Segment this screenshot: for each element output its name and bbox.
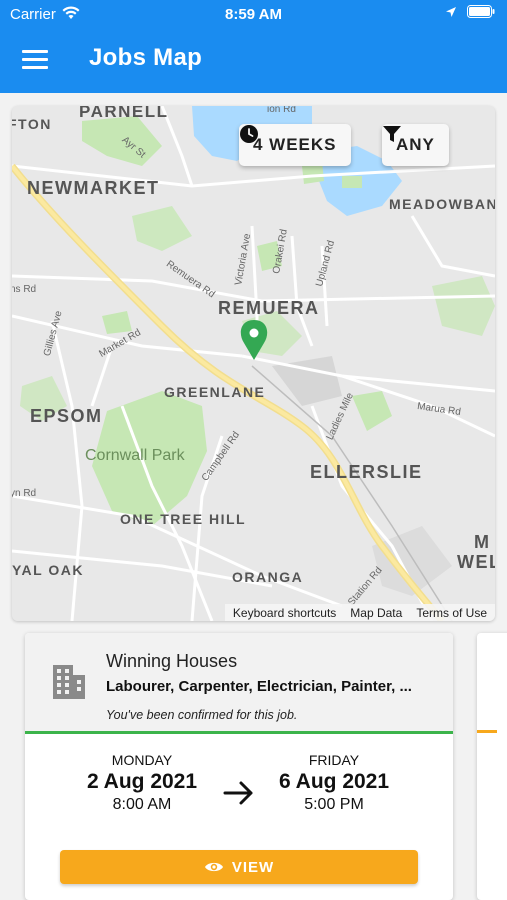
map-label-oranga: ORANGA — [232, 569, 304, 585]
terms-link[interactable]: Terms of Use — [416, 606, 487, 620]
job-start: MONDAY 2 Aug 2021 8:00 AM — [47, 752, 237, 814]
map-label-greenlane: GREENLANE — [164, 384, 266, 400]
job-dates: MONDAY 2 Aug 2021 8:00 AM FRIDAY 6 Aug 2… — [25, 734, 453, 834]
end-day: FRIDAY — [308, 752, 360, 768]
map-label-ellerslie: ELLERSLIE — [310, 462, 423, 482]
keyboard-shortcuts-link[interactable]: Keyboard shortcuts — [233, 606, 336, 620]
street-label-ns-rd: ns Rd — [12, 284, 37, 295]
eye-icon — [204, 862, 223, 872]
map-label-yal-oak: YAL OAK — [12, 562, 84, 578]
trade-filter-button[interactable]: ANY — [382, 124, 449, 166]
job-card-header: Winning Houses Labourer, Carpenter, Elec… — [25, 633, 453, 734]
period-filter-button[interactable]: 4 WEEKS — [239, 124, 351, 166]
job-end: FRIDAY 6 Aug 2021 5:00 PM — [239, 752, 429, 814]
next-job-card[interactable] — [477, 633, 507, 900]
view-job-button[interactable]: VIEW — [60, 850, 418, 884]
map-label-one-tree-hill: ONE TREE HILL — [120, 511, 247, 527]
job-trades: Labourer, Carpenter, Electrician, Painte… — [106, 678, 412, 695]
start-date: 2 Aug 2021 — [86, 770, 198, 793]
hamburger-icon[interactable] — [22, 50, 48, 70]
map-label-remuera: REMUERA — [218, 298, 320, 318]
start-time: 8:00 AM — [112, 796, 172, 813]
building-icon — [53, 665, 85, 699]
job-company: Winning Houses — [106, 651, 238, 671]
street-label-ion-rd: ion Rd — [267, 106, 296, 115]
street-label-yn-rd: yn Rd — [12, 488, 37, 499]
battery-icon — [467, 5, 495, 18]
period-filter-label: 4 WEEKS — [253, 135, 337, 154]
map-label-ton: FTON — [12, 116, 52, 132]
map-label-cornwall-park: Cornwall Park — [85, 447, 185, 464]
next-job-status-stripe — [477, 730, 497, 733]
job-status-message: You've been confirmed for this job. — [106, 708, 298, 722]
job-card[interactable]: Winning Houses Labourer, Carpenter, Elec… — [25, 633, 453, 900]
map-label-m: M — [474, 532, 491, 552]
map-label-newmarket: NEWMARKET — [27, 178, 160, 198]
view-button-label: VIEW — [231, 858, 275, 876]
map-label-wel: WEL — [457, 552, 495, 572]
clock-icon — [240, 125, 258, 143]
map-label-parnell: PARNELL — [79, 106, 169, 121]
page-title: Jobs Map — [89, 44, 203, 71]
app-bar: Carrier 8:59 AM Jobs Map — [0, 0, 507, 93]
location-arrow-icon — [446, 6, 456, 17]
map-data-link[interactable]: Map Data — [350, 606, 402, 620]
map-attribution: Keyboard shortcuts Map Data Terms of Use — [224, 604, 495, 621]
start-day: MONDAY — [111, 752, 173, 768]
map-label-meadowbank: MEADOWBANK — [389, 196, 495, 212]
status-time: 8:59 AM — [225, 6, 282, 23]
filter-icon — [383, 126, 401, 142]
status-bar: Carrier 8:59 AM — [0, 4, 507, 26]
end-time: 5:00 PM — [304, 796, 364, 813]
end-date: 6 Aug 2021 — [278, 770, 390, 793]
jobs-map[interactable]: PARNELL FTON NEWMARKET MEADOWBANK REMUER… — [12, 106, 495, 621]
map-label-epsom: EPSOM — [30, 406, 103, 426]
